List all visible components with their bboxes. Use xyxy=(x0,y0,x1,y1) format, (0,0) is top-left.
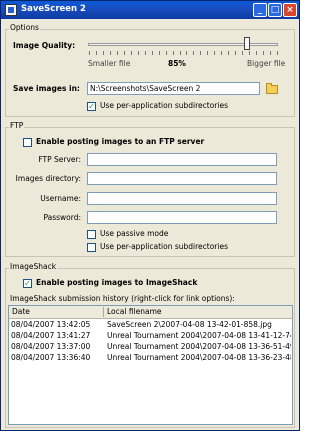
slider-tick xyxy=(137,51,139,55)
title-bar[interactable]: SaveScreen 2 _ □ × xyxy=(1,1,299,19)
slider-tick xyxy=(89,51,90,55)
slider-tick xyxy=(179,51,181,55)
smaller-file-label: Smaller file xyxy=(88,59,131,68)
imageshack-enable-label: Enable posting images to ImageShack xyxy=(36,278,198,287)
app-icon xyxy=(5,4,17,16)
username-input[interactable] xyxy=(87,192,277,205)
per-app-subdirs-checkbox[interactable]: ✓ xyxy=(87,102,96,111)
ftp-per-app-checkbox[interactable] xyxy=(87,243,96,252)
username-label: Username: xyxy=(40,194,81,203)
slider-tick xyxy=(249,51,251,55)
slider-tick xyxy=(172,51,174,55)
images-directory-label: Images directory: xyxy=(15,174,81,183)
row-filename: Unreal Tournament 2004\2007-04-08 13-36-… xyxy=(107,353,291,362)
ftp-per-app-label: Use per-application subdirectories xyxy=(100,242,228,251)
slider-tick xyxy=(256,51,258,55)
row-date: 08/04/2007 13:36:40 xyxy=(11,353,91,362)
quality-value: 85% xyxy=(168,59,186,68)
slider-tick xyxy=(158,51,160,55)
app-window: SaveScreen 2 _ □ × Options Image Quality… xyxy=(0,0,300,431)
row-date: 08/04/2007 13:41:27 xyxy=(11,331,91,340)
passive-mode-label: Use passive mode xyxy=(100,229,169,238)
row-filename: Unreal Tournament 2004\2007-04-08 13-36-… xyxy=(107,342,291,351)
per-app-subdirs-label: Use per-application subdirectories xyxy=(100,101,228,110)
slider-tick xyxy=(270,51,272,55)
slider-tick xyxy=(165,51,167,55)
history-row[interactable]: 08/04/2007 13:37:00 Unreal Tournament 20… xyxy=(9,342,292,353)
slider-tick xyxy=(214,51,216,55)
slider-tick xyxy=(200,51,202,55)
slider-tick xyxy=(151,51,153,55)
slider-tick xyxy=(221,51,223,55)
slider-tick xyxy=(277,51,278,55)
minimize-button[interactable]: _ xyxy=(253,3,267,17)
history-row[interactable]: 08/04/2007 13:41:27 Unreal Tournament 20… xyxy=(9,331,292,342)
window-title: SaveScreen 2 xyxy=(21,4,86,14)
passive-mode-checkbox[interactable] xyxy=(87,230,96,239)
ftp-server-input[interactable] xyxy=(87,153,277,166)
history-label: ImageShack submission history (right-cli… xyxy=(10,294,235,303)
slider-tick xyxy=(263,51,265,55)
column-date[interactable]: Date xyxy=(12,307,30,316)
slider-tick xyxy=(116,51,118,55)
slider-tick xyxy=(123,51,125,55)
slider-tick xyxy=(207,51,209,55)
history-list-header: Date Local filename xyxy=(9,306,292,319)
slider-tick xyxy=(95,51,97,55)
slider-tick xyxy=(193,51,195,55)
save-images-label: Save images in: xyxy=(13,84,80,93)
slider-tick xyxy=(102,51,104,55)
bigger-file-label: Bigger file xyxy=(247,59,286,68)
ftp-enable-checkbox[interactable] xyxy=(23,138,32,147)
imageshack-enable-checkbox[interactable]: ✓ xyxy=(23,279,32,288)
history-row[interactable]: 08/04/2007 13:42:05 SaveScreen 2\2007-04… xyxy=(9,320,292,331)
slider-tick xyxy=(235,51,237,55)
maximize-button[interactable]: □ xyxy=(268,3,282,17)
ftp-enable-label: Enable posting images to an FTP server xyxy=(36,137,205,146)
close-button[interactable]: × xyxy=(283,3,297,17)
row-date: 08/04/2007 13:37:00 xyxy=(11,342,91,351)
row-filename: Unreal Tournament 2004\2007-04-08 13-41-… xyxy=(107,331,291,340)
save-path-input[interactable]: N:\Screenshots\SaveScreen 2 xyxy=(87,82,260,95)
options-group-label: Options xyxy=(9,23,40,32)
images-directory-input[interactable] xyxy=(87,172,277,185)
slider-tick xyxy=(242,51,244,55)
ftp-group-label: FTP xyxy=(9,121,25,130)
slider-tick xyxy=(228,51,230,55)
history-list[interactable]: Date Local filename 08/04/2007 13:42:05 … xyxy=(8,305,293,425)
password-input[interactable] xyxy=(87,211,277,224)
slider-tick xyxy=(186,51,188,55)
history-row[interactable]: 08/04/2007 13:36:40 Unreal Tournament 20… xyxy=(9,353,292,364)
imageshack-group-label: ImageShack xyxy=(9,262,58,271)
slider-tick xyxy=(109,51,111,55)
column-divider[interactable] xyxy=(103,307,104,317)
column-local-filename[interactable]: Local filename xyxy=(107,307,162,316)
quality-slider-thumb[interactable] xyxy=(244,37,250,50)
image-quality-label: Image Quality: xyxy=(13,41,76,50)
browse-folder-icon[interactable] xyxy=(266,83,278,94)
slider-tick xyxy=(144,51,146,55)
row-filename: SaveScreen 2\2007-04-08 13-42-01-858.jpg xyxy=(107,320,272,329)
slider-tick xyxy=(130,51,132,55)
row-date: 08/04/2007 13:42:05 xyxy=(11,320,91,329)
ftp-server-label: FTP Server: xyxy=(38,155,81,164)
password-label: Password: xyxy=(43,213,81,222)
